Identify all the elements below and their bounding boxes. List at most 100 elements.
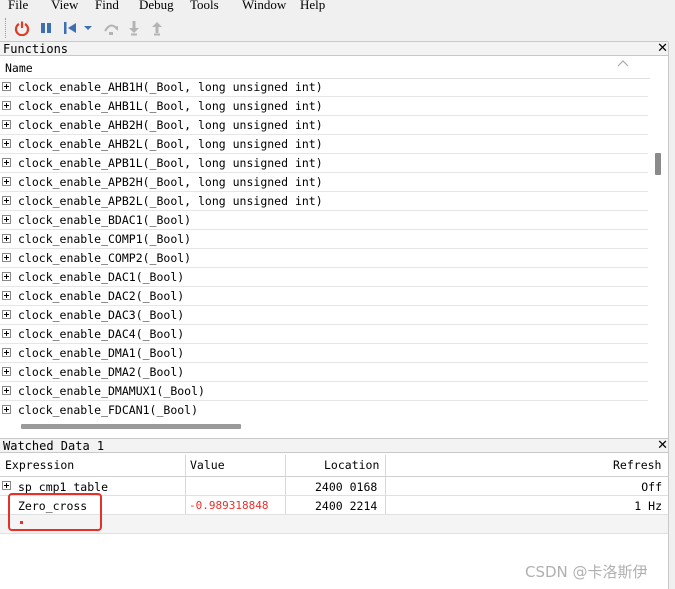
- expand-icon[interactable]: [2, 253, 11, 262]
- col-refresh[interactable]: Refresh: [613, 456, 661, 476]
- table-row[interactable]: sp_cmp1_table 2400 0168 Off: [0, 477, 668, 495]
- expand-icon[interactable]: [2, 177, 11, 186]
- sort-asc-icon: [617, 60, 629, 67]
- highlight-box: [8, 493, 102, 531]
- menu-debug[interactable]: Debug: [139, 0, 174, 13]
- expand-icon[interactable]: [2, 120, 11, 129]
- function-row[interactable]: clock_enable_FDCAN1(_Bool): [0, 401, 648, 417]
- function-name: clock_enable_DAC2(_Bool): [18, 289, 185, 303]
- functions-vscrollbar[interactable]: [650, 78, 668, 417]
- expand-icon[interactable]: [2, 348, 11, 357]
- menu-help[interactable]: Help: [300, 0, 325, 13]
- expand-icon[interactable]: [2, 234, 11, 243]
- function-row[interactable]: clock_enable_DMA2(_Bool): [0, 363, 648, 382]
- expand-icon[interactable]: [2, 215, 11, 224]
- expand-icon[interactable]: [2, 329, 11, 338]
- function-row[interactable]: clock_enable_AHB2L(_Bool, long unsigned …: [0, 135, 648, 154]
- functions-hscrollbar[interactable]: [0, 417, 668, 437]
- menu-window[interactable]: Window: [242, 0, 286, 13]
- function-name: clock_enable_BDAC1(_Bool): [18, 213, 192, 227]
- function-name: clock_enable_DAC4(_Bool): [18, 327, 185, 341]
- col-value[interactable]: Value: [190, 456, 225, 476]
- function-row[interactable]: clock_enable_DAC3(_Bool): [0, 306, 648, 325]
- power-icon[interactable]: [14, 20, 30, 36]
- right-splitter[interactable]: [668, 42, 675, 589]
- function-name: clock_enable_COMP1(_Bool): [18, 232, 192, 246]
- function-row[interactable]: clock_enable_BDAC1(_Bool): [0, 211, 648, 230]
- function-name: clock_enable_DMA1(_Bool): [18, 346, 185, 360]
- row-location: 2400 2214: [315, 499, 378, 513]
- step-into-icon[interactable]: [126, 20, 142, 36]
- menu-view[interactable]: View: [51, 0, 78, 13]
- function-row[interactable]: clock_enable_APB1L(_Bool, long unsigned …: [0, 154, 648, 173]
- step-out-icon[interactable]: [149, 20, 165, 36]
- expand-icon[interactable]: [2, 196, 11, 205]
- function-name: clock_enable_DMA2(_Bool): [18, 365, 185, 379]
- function-name: clock_enable_AHB1H(_Bool, long unsigned …: [18, 80, 323, 94]
- function-row[interactable]: clock_enable_DAC4(_Bool): [0, 325, 648, 344]
- menu-tools[interactable]: Tools: [190, 0, 219, 13]
- function-name: clock_enable_AHB2L(_Bool, long unsigned …: [18, 137, 323, 151]
- pause-icon[interactable]: [38, 20, 54, 36]
- menubar: File View Find Debug Tools Window Help: [0, 0, 675, 14]
- expand-icon[interactable]: [2, 386, 11, 395]
- function-name: clock_enable_COMP2(_Bool): [18, 251, 192, 265]
- dropdown-arrow-icon[interactable]: [82, 20, 94, 36]
- function-row[interactable]: clock_enable_AHB2H(_Bool, long unsigned …: [0, 116, 648, 135]
- row-refresh: 1 Hz: [634, 499, 662, 513]
- expand-icon[interactable]: [2, 291, 11, 300]
- expand-icon[interactable]: [2, 481, 11, 490]
- row-location: 2400 0168: [315, 480, 378, 494]
- function-name: clock_enable_DAC3(_Bool): [18, 308, 185, 322]
- expand-icon[interactable]: [2, 310, 11, 319]
- watched-panel-title: Watched Data 1: [3, 439, 105, 453]
- toolbar-grip: [5, 18, 8, 38]
- function-name: clock_enable_DMAMUX1(_Bool): [18, 384, 205, 398]
- expand-icon[interactable]: [2, 405, 11, 414]
- functions-column-header[interactable]: Name: [0, 57, 668, 79]
- cursor-mark: [20, 521, 23, 524]
- functions-list: clock_enable_AHB1H(_Bool, long unsigned …: [0, 78, 650, 417]
- watched-close-icon[interactable]: ✕: [657, 438, 668, 453]
- menu-find[interactable]: Find: [95, 0, 119, 13]
- functions-hscroll-thumb[interactable]: [21, 424, 241, 429]
- watermark: CSDN @卡洛斯伊: [525, 563, 648, 581]
- toolbar: [0, 14, 675, 43]
- row-expression: sp_cmp1_table: [18, 480, 109, 494]
- row-value: -0.989318848: [189, 499, 269, 512]
- functions-vscroll-thumb[interactable]: [655, 153, 661, 175]
- function-row[interactable]: clock_enable_APB2L(_Bool, long unsigned …: [0, 192, 648, 211]
- function-name: clock_enable_DAC1(_Bool): [18, 270, 185, 284]
- col-expression[interactable]: Expression: [5, 456, 74, 476]
- function-row[interactable]: clock_enable_DMAMUX1(_Bool): [0, 382, 648, 401]
- function-row[interactable]: clock_enable_APB2H(_Bool, long unsigned …: [0, 173, 648, 192]
- function-name: clock_enable_APB1L(_Bool, long unsigned …: [18, 156, 323, 170]
- expand-icon[interactable]: [2, 101, 11, 110]
- expand-icon[interactable]: [2, 82, 11, 91]
- function-row[interactable]: clock_enable_COMP2(_Bool): [0, 249, 648, 268]
- function-name: clock_enable_AHB1L(_Bool, long unsigned …: [18, 99, 323, 113]
- step-over-icon[interactable]: [103, 20, 119, 36]
- functions-panel-title: Functions: [3, 42, 69, 56]
- function-row[interactable]: clock_enable_AHB1L(_Bool, long unsigned …: [0, 97, 648, 116]
- function-name: clock_enable_APB2L(_Bool, long unsigned …: [18, 194, 323, 208]
- function-name: clock_enable_APB2H(_Bool, long unsigned …: [18, 175, 323, 189]
- functions-panel-header: Functions ✕: [0, 41, 668, 56]
- column-name-label: Name: [5, 61, 33, 75]
- expand-icon[interactable]: [2, 139, 11, 148]
- functions-close-icon[interactable]: ✕: [657, 41, 668, 56]
- row-refresh: Off: [641, 480, 662, 494]
- watched-panel-header: Watched Data 1 ✕: [0, 438, 668, 453]
- expand-icon[interactable]: [2, 367, 11, 376]
- menu-file[interactable]: File: [8, 0, 28, 13]
- expand-icon[interactable]: [2, 158, 11, 167]
- grid-hline: [0, 533, 668, 534]
- function-row[interactable]: clock_enable_COMP1(_Bool): [0, 230, 648, 249]
- col-location[interactable]: Location: [324, 456, 379, 476]
- expand-icon[interactable]: [2, 272, 11, 281]
- function-row[interactable]: clock_enable_DMA1(_Bool): [0, 344, 648, 363]
- function-row[interactable]: clock_enable_DAC2(_Bool): [0, 287, 648, 306]
- reset-icon[interactable]: [62, 20, 78, 36]
- function-row[interactable]: clock_enable_AHB1H(_Bool, long unsigned …: [0, 78, 648, 97]
- function-row[interactable]: clock_enable_DAC1(_Bool): [0, 268, 648, 287]
